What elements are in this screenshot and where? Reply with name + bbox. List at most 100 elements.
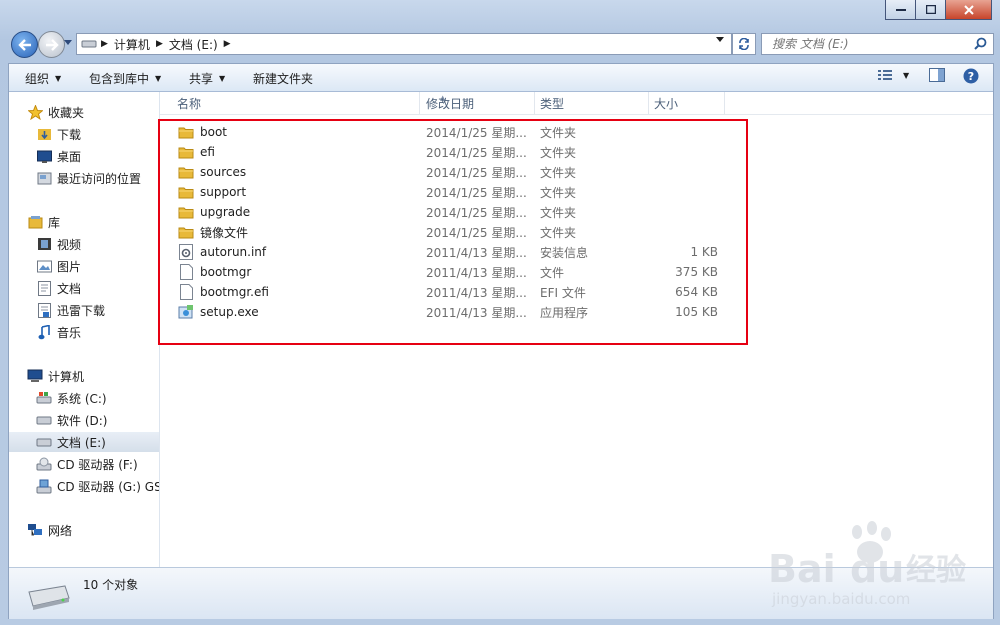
- file-name-cell[interactable]: support: [178, 182, 246, 202]
- explorer-window: ▶ 计算机 ▶ 文档 (E:) ▶ 组织 ▼ 包含到库中 ▼ 共享 ▼: [0, 0, 1000, 625]
- file-row[interactable]: support 2014/1/25 星期... 文件夹: [160, 182, 993, 202]
- file-name-cell[interactable]: autorun.inf: [178, 242, 266, 262]
- preview-pane-button[interactable]: [929, 68, 945, 82]
- file-name-cell[interactable]: setup.exe: [178, 302, 259, 322]
- window-controls: [885, 0, 992, 20]
- network-icon: [27, 522, 43, 538]
- nav-item-thunder-downloads[interactable]: 迅雷下载: [9, 300, 159, 320]
- maximize-icon: [925, 5, 936, 14]
- file-name-cell[interactable]: bootmgr.efi: [178, 282, 269, 302]
- file-row[interactable]: bootmgr.efi 2011/4/13 星期... EFI 文件 654 KB: [160, 282, 993, 302]
- chevron-down-icon: ▼: [55, 74, 62, 83]
- file-size: [654, 202, 718, 222]
- nav-favorites-label: 收藏夹: [48, 105, 85, 120]
- file-name-cell[interactable]: bootmgr: [178, 262, 251, 282]
- drive-icon: [36, 412, 52, 428]
- include-library-button[interactable]: 包含到库中 ▼: [89, 70, 161, 87]
- nav-computer-label: 计算机: [48, 369, 85, 384]
- nav-item-drive-g[interactable]: CD 驱动器 (G:) GSP: [9, 476, 160, 496]
- file-name-cell[interactable]: efi: [178, 142, 215, 162]
- breadcrumb-drive-e[interactable]: 文档 (E:): [169, 36, 218, 53]
- file-date: 2014/1/25 星期...: [426, 145, 527, 160]
- pictures-library-icon: [36, 258, 52, 274]
- nav-item-drive-d[interactable]: 软件 (D:): [9, 410, 159, 430]
- file-row[interactable]: 镜像文件 2014/1/25 星期... 文件夹: [160, 222, 993, 242]
- share-button[interactable]: 共享 ▼: [189, 70, 225, 87]
- nav-libraries-label: 库: [48, 215, 61, 230]
- file-size: 654 KB: [675, 285, 718, 299]
- file-size: 105 KB: [675, 305, 718, 319]
- file-date: 2011/4/13 星期...: [426, 265, 527, 280]
- address-history-dropdown-icon[interactable]: [716, 37, 724, 42]
- address-row: ▶ 计算机 ▶ 文档 (E:) ▶: [8, 30, 994, 58]
- column-header-label: 名称: [177, 96, 202, 111]
- file-name-cell[interactable]: sources: [178, 162, 246, 182]
- file-row[interactable]: sources 2014/1/25 星期... 文件夹: [160, 162, 993, 182]
- file-name-cell[interactable]: upgrade: [178, 202, 250, 222]
- breadcrumb-separator[interactable]: ▶: [224, 39, 231, 49]
- breadcrumb-computer[interactable]: 计算机: [114, 36, 150, 53]
- arrow-right-icon: [45, 38, 59, 51]
- file-type: 文件: [540, 265, 565, 280]
- nav-item-desktop[interactable]: 桌面: [9, 146, 159, 166]
- nav-network[interactable]: 网络: [9, 520, 159, 540]
- folder-icon: [178, 204, 194, 220]
- file-date: 2011/4/13 星期...: [426, 305, 527, 320]
- breadcrumb-separator[interactable]: ▶: [101, 39, 108, 49]
- nav-libraries[interactable]: 库: [9, 212, 159, 232]
- file-row[interactable]: boot 2014/1/25 星期... 文件夹: [160, 122, 993, 142]
- column-divider[interactable]: [419, 92, 420, 114]
- nav-item-downloads[interactable]: 下载: [9, 124, 159, 144]
- nav-item-label: CD 驱动器 (G:) GSP: [57, 479, 160, 494]
- minimize-button[interactable]: [885, 0, 916, 20]
- search-box[interactable]: [761, 33, 994, 55]
- nav-item-music[interactable]: 音乐: [9, 322, 159, 342]
- breadcrumb-separator[interactable]: ▶: [156, 39, 163, 49]
- nav-item-videos[interactable]: 视频: [9, 234, 159, 254]
- recent-pages-dropdown-icon[interactable]: [64, 40, 72, 45]
- new-folder-button[interactable]: 新建文件夹: [253, 70, 313, 87]
- file-row[interactable]: setup.exe 2011/4/13 星期... 应用程序 105 KB: [160, 302, 993, 322]
- forward-button[interactable]: [38, 31, 65, 58]
- watermark-url: jingyan.baidu.com: [771, 590, 910, 608]
- nav-item-recent-places[interactable]: 最近访问的位置: [9, 168, 159, 188]
- watermark-jingyan: 经验: [906, 553, 966, 588]
- column-divider[interactable]: [648, 92, 649, 114]
- file-row[interactable]: autorun.inf 2011/4/13 星期... 安装信息 1 KB: [160, 242, 993, 262]
- address-bar[interactable]: ▶ 计算机 ▶ 文档 (E:) ▶: [76, 33, 732, 55]
- close-button[interactable]: [946, 0, 992, 20]
- file-row[interactable]: efi 2014/1/25 星期... 文件夹: [160, 142, 993, 162]
- back-button[interactable]: [11, 31, 38, 58]
- column-divider[interactable]: [534, 92, 535, 114]
- star-icon: [27, 104, 43, 120]
- file-icon: [178, 264, 194, 280]
- organize-button[interactable]: 组织 ▼: [25, 70, 61, 87]
- refresh-button[interactable]: [732, 33, 756, 55]
- column-divider[interactable]: [724, 92, 725, 114]
- search-input[interactable]: [770, 36, 974, 52]
- file-name-cell[interactable]: boot: [178, 122, 227, 142]
- file-row[interactable]: bootmgr 2011/4/13 星期... 文件 375 KB: [160, 262, 993, 282]
- cd-drive-icon: [36, 456, 52, 472]
- library-icon: [27, 214, 43, 230]
- nav-item-label: 迅雷下载: [57, 303, 106, 318]
- column-header-date[interactable]: 修改日期: [426, 92, 526, 114]
- column-header-size[interactable]: 大小: [654, 92, 724, 114]
- nav-item-label: 系统 (C:): [57, 391, 107, 406]
- search-icon[interactable]: [974, 37, 987, 50]
- file-date: 2014/1/25 星期...: [426, 185, 527, 200]
- column-header-type[interactable]: 类型: [540, 92, 640, 114]
- column-header-name[interactable]: 名称: [177, 92, 417, 114]
- nav-item-pictures[interactable]: 图片: [9, 256, 159, 276]
- file-name-cell[interactable]: 镜像文件: [178, 222, 248, 242]
- nav-item-drive-f[interactable]: CD 驱动器 (F:): [9, 454, 159, 474]
- nav-favorites[interactable]: 收藏夹: [9, 102, 159, 122]
- nav-item-drive-c[interactable]: 系统 (C:): [9, 388, 159, 408]
- file-row[interactable]: upgrade 2014/1/25 星期... 文件夹: [160, 202, 993, 222]
- nav-item-drive-e[interactable]: 文档 (E:): [9, 432, 159, 452]
- view-options-button[interactable]: ▼: [877, 68, 909, 82]
- help-button[interactable]: ?: [963, 68, 979, 84]
- maximize-button[interactable]: [916, 0, 946, 20]
- nav-computer[interactable]: 计算机: [9, 366, 159, 386]
- nav-item-documents[interactable]: 文档: [9, 278, 159, 298]
